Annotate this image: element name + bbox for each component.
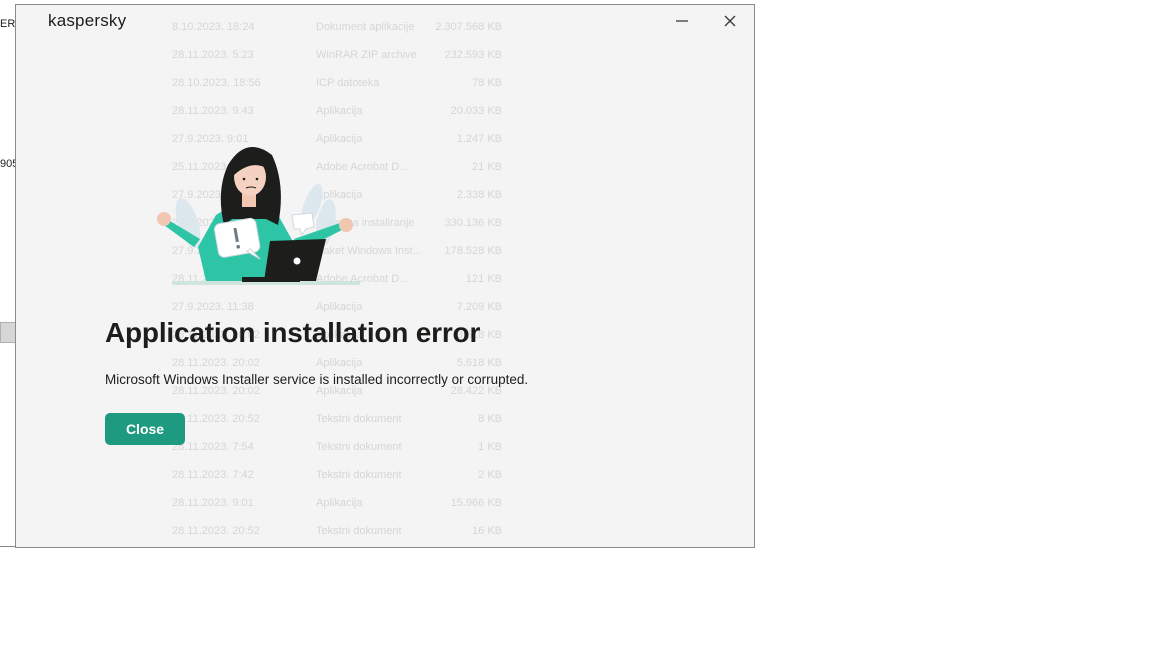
- window-close-button[interactable]: [716, 9, 744, 33]
- background-file-cell: 16 KB: [472, 525, 502, 537]
- background-file-row: 27.9.2023. 9:02Paket Windows Inst...178.…: [16, 245, 754, 261]
- background-file-cell: 7.209 KB: [456, 301, 502, 313]
- background-file-cell: 28.11.2023. 20:52: [172, 413, 260, 425]
- background-file-cell: 1.247 KB: [456, 133, 502, 145]
- background-file-list-ghost: 8.10.2023. 18:24 Dokument aplikacije 2.307…: [16, 5, 754, 547]
- background-file-cell: Aplikacija: [316, 105, 363, 117]
- background-file-row: 28.11.2023. 9:01 Aplikacija 15.966 KB: [16, 497, 754, 513]
- background-file-cell: 78 KB: [472, 77, 502, 89]
- kaspersky-error-dialog: 8.10.2023. 18:24 Dokument aplikacije 2.307…: [15, 4, 755, 548]
- error-title: Application installation error: [105, 317, 481, 348]
- background-file-row: 27.9.2023. 9:02 Aplikacija 2.338 KB: [16, 189, 754, 205]
- background-file-cell: 8 KB: [478, 413, 502, 425]
- background-file-row: 27.9.2023. 11:38 Aplikacija 7.209 KB: [16, 301, 754, 317]
- background-file-cell: 5.618 KB: [456, 357, 502, 369]
- background-file-cell: 21 KB: [472, 161, 502, 173]
- background-file-cell: ICP datoteka: [316, 77, 380, 89]
- background-file-cell: 178.528 KB: [444, 245, 503, 257]
- background-file-cell: 28.11.2023. 7:42: [172, 469, 254, 481]
- background-file-cell: 28.11.2023. 5:23: [172, 49, 254, 61]
- background-file-cell: 28.11.2023. 9:01: [172, 497, 254, 509]
- background-file-cell: 2.338 KB: [456, 189, 502, 201]
- background-file-row: 28.11.2023. 7:42 Tekstni dokument 2 KB: [16, 469, 754, 485]
- background-file-cell: 28.10.2023. 18:56: [172, 77, 261, 89]
- background-file-row: 27.9.2023. 9:01 Aplikacija 1.247 KB: [16, 133, 754, 149]
- background-file-cell: Tekstni dokument: [316, 525, 402, 537]
- close-button[interactable]: Close: [105, 413, 185, 445]
- background-file-cell: 28.11.2023. 20:52: [172, 525, 260, 537]
- background-file-cell: 232.593 KB: [444, 49, 503, 61]
- kaspersky-logo: kaspersky: [48, 11, 127, 30]
- background-file-cell: 2 KB: [478, 469, 502, 481]
- background-file-cell: Tekstni dokument: [316, 441, 402, 453]
- background-file-cell: 28.11.2023. 7:54: [172, 441, 254, 453]
- background-selected-row: [0, 322, 16, 343]
- background-file-row: 27.9.2023. 9:02 Paket za instaliranje 330.…: [16, 217, 754, 233]
- background-file-cell: WinRAR ZIP archive: [316, 49, 417, 61]
- error-message: Microsoft Windows Installer service is i…: [105, 372, 529, 387]
- background-file-cell: Aplikacija: [316, 497, 363, 509]
- background-file-row: 28.11.2023. 9:43 Aplikacija 20.033 KB: [16, 105, 754, 121]
- background-file-cell: Aplikacija: [316, 301, 363, 313]
- background-file-row: 28.11.2023. 20:52 Tekstni dokument 16 KB: [16, 525, 754, 541]
- background-file-cell: 20.033 KB: [450, 105, 502, 117]
- background-file-row: 28.10.2023. 18:56 ICP datoteka 78 KB: [16, 77, 754, 93]
- background-file-row: 28.11.2023. 20:02 Aplikacija 28.422 KB: [16, 385, 754, 401]
- confused-woman-laptop-illustration: [157, 147, 360, 285]
- background-file-row: 28.11.2023. 8:14Adobe Acrobat D...121 KB: [16, 273, 754, 289]
- dialog-titlebar: kaspersky: [16, 5, 754, 39]
- background-file-cell: 27.9.2023. 11:38: [172, 301, 254, 313]
- background-file-cell: 330.136 KB: [444, 217, 503, 229]
- background-file-cell: 1 KB: [478, 441, 502, 453]
- close-icon: [724, 15, 736, 27]
- background-file-row: 28.11.2023. 20:02 Aplikacija 5.618 KB: [16, 357, 754, 373]
- background-file-cell: 121 KB: [465, 273, 502, 285]
- background-file-cell: Tekstni dokument: [316, 413, 402, 425]
- background-file-cell: 15.966 KB: [450, 497, 502, 509]
- background-file-cell: Aplikacija: [316, 357, 363, 369]
- background-divider: [0, 546, 16, 547]
- background-file-row: 28.11.2023. 5:23 WinRAR ZIP archive 232.59…: [16, 49, 754, 65]
- background-file-row: 25.11.2023. 8:11 Adobe Acrobat D... 21 KB: [16, 161, 754, 177]
- minimize-icon: [676, 20, 688, 22]
- background-file-cell: 28.11.2023. 9:43: [172, 105, 254, 117]
- minimize-button[interactable]: [668, 9, 696, 33]
- background-file-cell: 28.11.2023. 20:02: [172, 357, 260, 369]
- background-file-cell: Tekstni dokument: [316, 469, 402, 481]
